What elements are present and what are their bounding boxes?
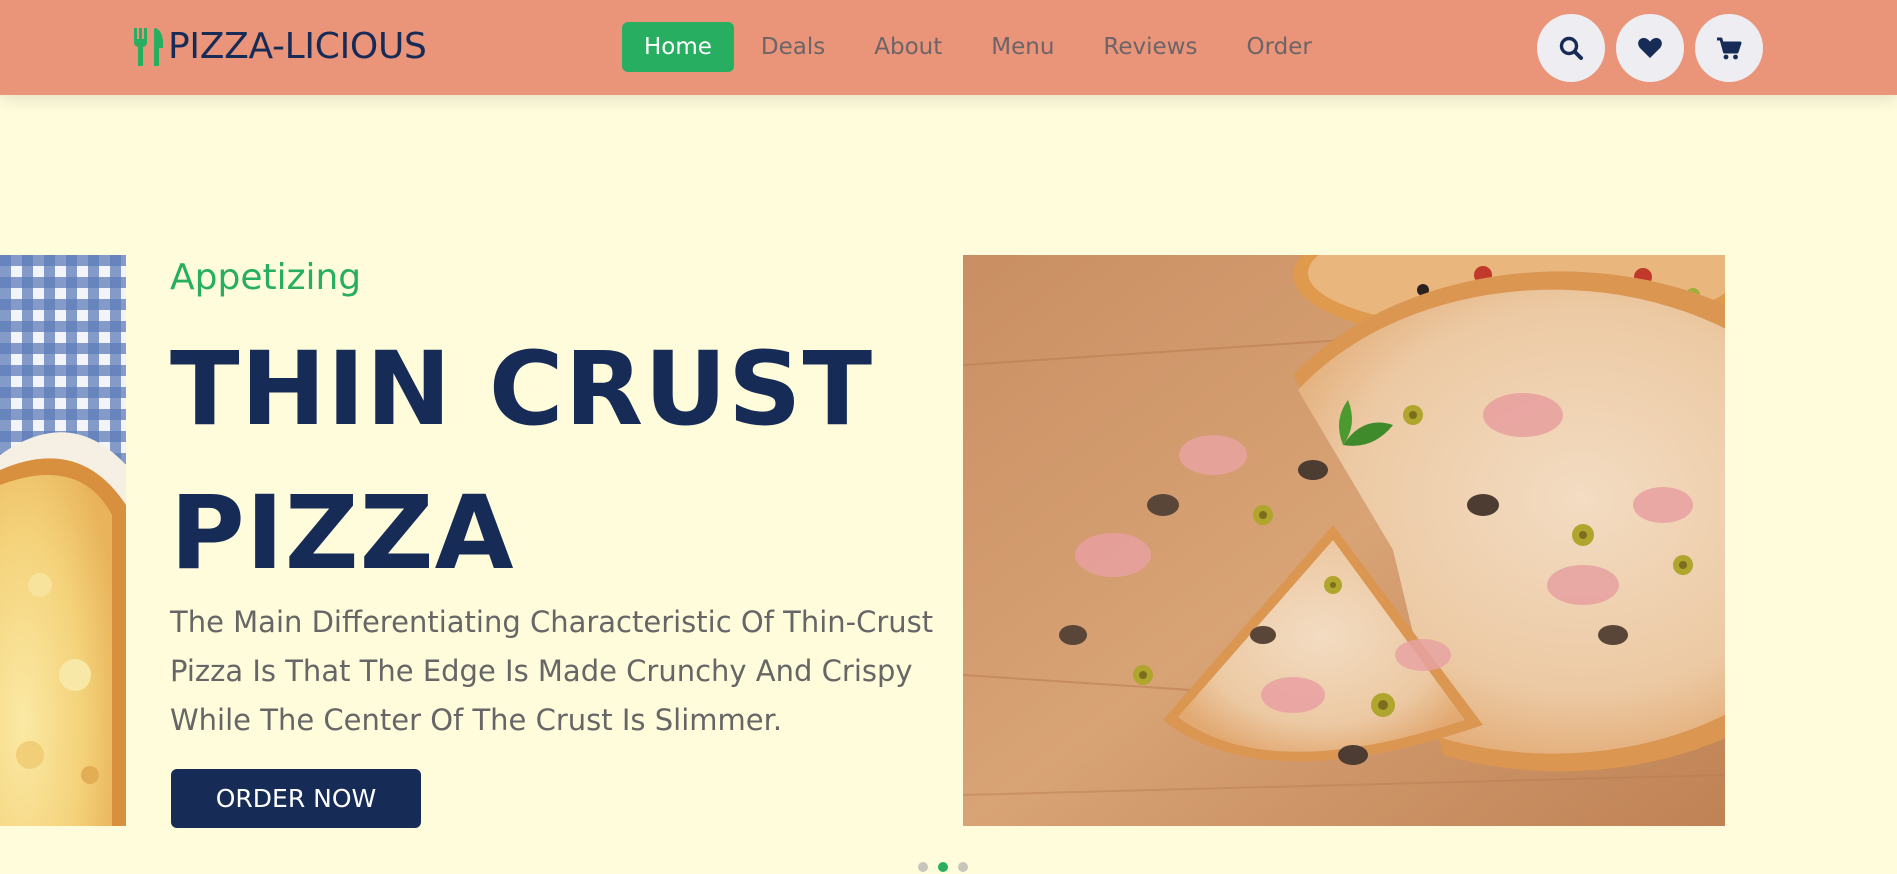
hero-headline: THIN CRUST PIZZA xyxy=(170,330,874,593)
order-now-button[interactable]: ORDER NOW xyxy=(171,769,421,828)
heart-icon xyxy=(1638,37,1662,58)
slider-dot[interactable] xyxy=(958,862,968,872)
cart-button[interactable] xyxy=(1695,14,1763,82)
slider-dot[interactable] xyxy=(918,862,928,872)
slider-dot-active[interactable] xyxy=(938,862,948,872)
search-button[interactable] xyxy=(1537,14,1605,82)
nav-reviews[interactable]: Reviews xyxy=(1081,22,1219,72)
hero-tagline: Appetizing xyxy=(170,257,362,298)
nav-home[interactable]: Home xyxy=(622,22,734,72)
nav-menu[interactable]: Menu xyxy=(969,22,1076,72)
fork-knife-icon xyxy=(134,28,164,66)
wishlist-button[interactable] xyxy=(1616,14,1684,82)
cart-icon xyxy=(1717,37,1742,60)
search-icon xyxy=(1559,36,1583,60)
logo[interactable]: PIZZA-LICIOUS xyxy=(132,22,427,72)
nav-about[interactable]: About xyxy=(852,22,964,72)
brand-name: PIZZA-LICIOUS xyxy=(168,26,427,67)
pizza-image xyxy=(963,255,1725,826)
hero-description: The Main Differentiating Characteristic … xyxy=(170,605,934,737)
previous-slide-image xyxy=(0,255,126,826)
slider-pagination xyxy=(918,862,968,874)
nav-order[interactable]: Order xyxy=(1224,22,1333,72)
main-nav: Home Deals About Menu Reviews Order xyxy=(622,22,1339,72)
nav-deals[interactable]: Deals xyxy=(739,22,847,72)
site-header: PIZZA-LICIOUS Home Deals About Menu Revi… xyxy=(0,0,1897,95)
